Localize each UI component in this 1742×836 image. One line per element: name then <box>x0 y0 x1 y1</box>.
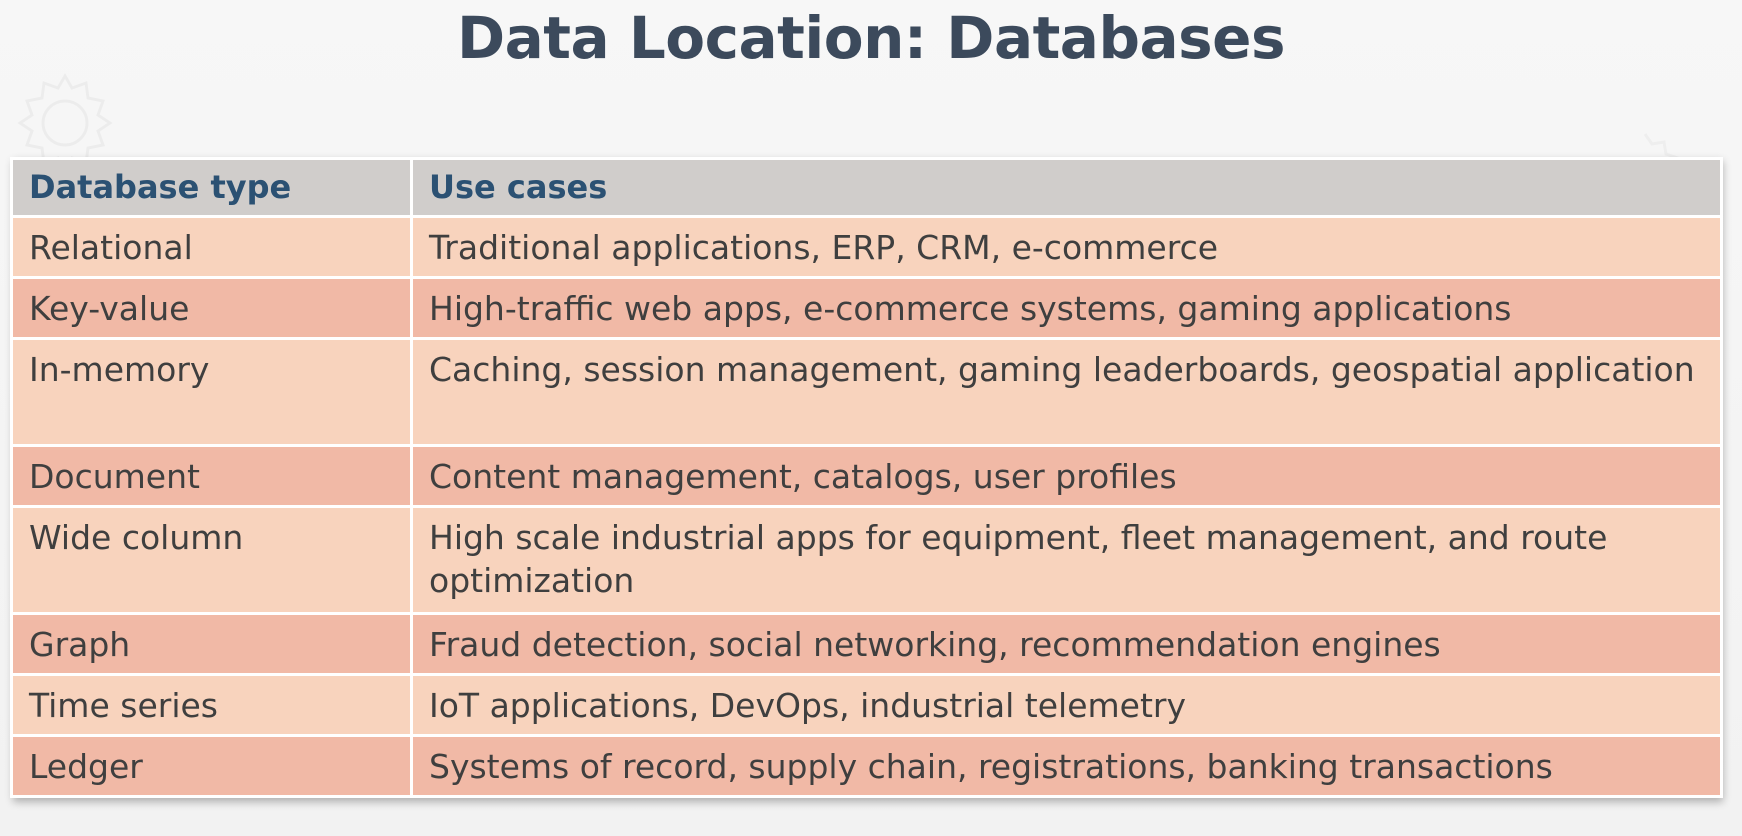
slide: Data Location: Databases Database type U… <box>0 0 1742 836</box>
table-row: Time series IoT applications, DevOps, in… <box>10 673 1723 737</box>
cell-use-cases: Traditional applications, ERP, CRM, e-co… <box>410 215 1723 279</box>
header-use-cases: Use cases <box>410 157 1723 218</box>
cell-database-type: Relational <box>10 215 413 279</box>
cell-database-type: Document <box>10 444 413 508</box>
table-row: Graph Fraud detection, social networking… <box>10 612 1723 676</box>
cell-use-cases: High-traffic web apps, e-commerce system… <box>410 276 1723 340</box>
table-row: Wide column High scale industrial apps f… <box>10 505 1723 615</box>
table-row: Relational Traditional applications, ERP… <box>10 215 1723 279</box>
database-types-table: Database type Use cases Relational Tradi… <box>10 157 1723 798</box>
table-row: Key-value High-traffic web apps, e-comme… <box>10 276 1723 340</box>
page-title: Data Location: Databases <box>457 4 1285 72</box>
cell-use-cases: Fraud detection, social networking, reco… <box>410 612 1723 676</box>
cell-use-cases: Content management, catalogs, user profi… <box>410 444 1723 508</box>
cell-database-type: Ledger <box>10 734 413 798</box>
cell-database-type: In-memory <box>10 337 413 447</box>
cell-database-type: Key-value <box>10 276 413 340</box>
table-row: In-memory Caching, session management, g… <box>10 337 1723 447</box>
cell-use-cases: IoT applications, DevOps, industrial tel… <box>410 673 1723 737</box>
cell-use-cases: High scale industrial apps for equipment… <box>410 505 1723 615</box>
cell-database-type: Time series <box>10 673 413 737</box>
cell-use-cases: Caching, session management, gaming lead… <box>410 337 1723 447</box>
database-table: Database type Use cases Relational Tradi… <box>10 157 1723 798</box>
table-row: Document Content management, catalogs, u… <box>10 444 1723 508</box>
cell-use-cases: Systems of record, supply chain, registr… <box>410 734 1723 798</box>
table-header-row: Database type Use cases <box>10 157 1723 218</box>
cell-database-type: Graph <box>10 612 413 676</box>
table-row: Ledger Systems of record, supply chain, … <box>10 734 1723 798</box>
header-database-type: Database type <box>10 157 413 218</box>
cell-database-type: Wide column <box>10 505 413 615</box>
